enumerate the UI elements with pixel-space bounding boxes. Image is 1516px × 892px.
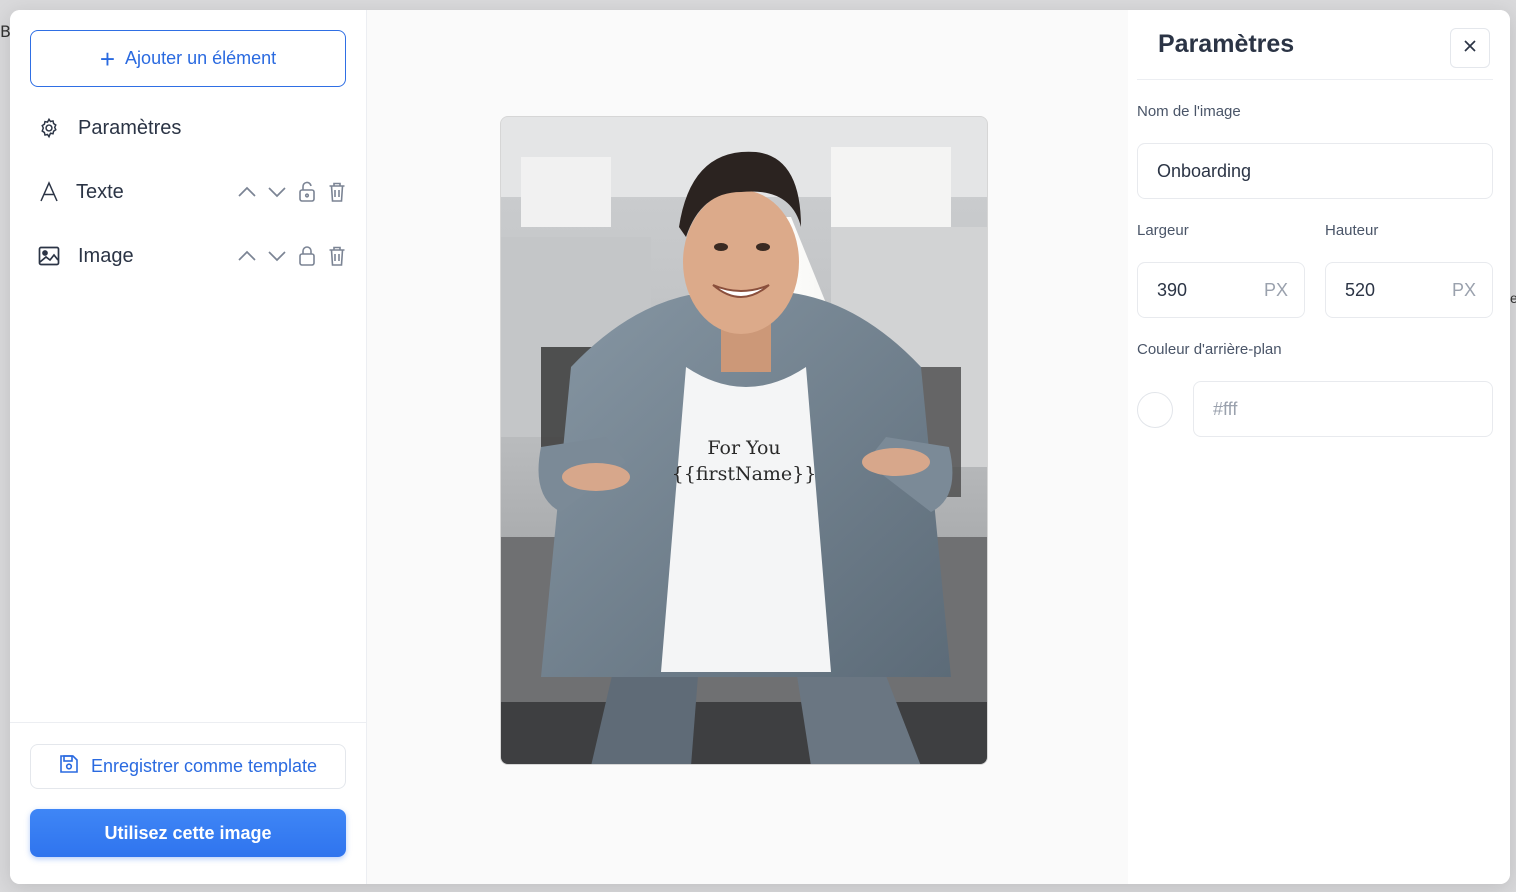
layer-actions	[236, 245, 348, 267]
save-as-template-label: Enregistrer comme template	[90, 756, 318, 776]
add-element-label: Ajouter un élément	[125, 48, 277, 68]
add-element-button[interactable]: + Ajouter un élément	[30, 30, 346, 87]
sidebar-item-parametres[interactable]: Paramètres	[38, 108, 348, 148]
background-page-text: B	[0, 22, 11, 41]
image-name-label: Nom de l'image	[1137, 103, 1241, 120]
sidebar-item-label: Texte	[76, 180, 124, 203]
layer-actions	[236, 181, 348, 203]
canvas-area: For You {{firstName}}	[367, 10, 1128, 884]
sidebar-item-texte[interactable]: Texte	[38, 172, 348, 212]
panel-title: Paramètres	[1158, 30, 1295, 58]
sidebar-item-image[interactable]: Image	[38, 236, 348, 276]
image-editor-modal: + Ajouter un élément Paramètres Texte Im…	[10, 10, 1510, 884]
trash-icon[interactable]	[326, 181, 348, 203]
sidebar-item-label: Image	[78, 244, 134, 267]
sidebar-footer: Enregistrer comme template Utilisez cett…	[10, 722, 366, 884]
background-page-text-right: e	[1510, 290, 1516, 306]
background-color-field[interactable]	[1193, 381, 1493, 437]
shirt-text-line2[interactable]: {{firstName}}	[501, 461, 987, 487]
close-button[interactable]	[1450, 28, 1490, 68]
text-icon	[38, 181, 60, 203]
color-swatch[interactable]	[1137, 392, 1173, 428]
chevron-up-icon[interactable]	[236, 181, 258, 203]
chevron-up-icon[interactable]	[236, 245, 258, 267]
image-icon	[38, 245, 60, 267]
lock-icon[interactable]	[296, 245, 318, 267]
plus-icon: +	[99, 43, 116, 74]
shirt-text-line1[interactable]: For You	[501, 435, 987, 461]
close-icon	[1464, 39, 1476, 57]
width-unit: PX	[1263, 280, 1288, 300]
save-as-template-button[interactable]: Enregistrer comme template	[30, 744, 346, 789]
chevron-down-icon[interactable]	[266, 245, 288, 267]
background-color-label: Couleur d'arrière-plan	[1137, 341, 1282, 358]
layers-sidebar: + Ajouter un élément Paramètres Texte Im…	[10, 10, 367, 884]
width-field[interactable]: PX	[1137, 262, 1305, 318]
height-label: Hauteur	[1325, 222, 1379, 239]
height-input[interactable]	[1345, 279, 1445, 301]
template-image[interactable]: For You {{firstName}}	[500, 116, 988, 765]
panel-header: Paramètres	[1137, 10, 1493, 80]
width-label: Largeur	[1137, 222, 1189, 239]
image-name-field[interactable]	[1137, 143, 1493, 199]
gear-icon	[38, 117, 60, 139]
use-image-button[interactable]: Utilisez cette image	[30, 809, 346, 857]
floppy-disk-icon	[59, 754, 79, 779]
trash-icon[interactable]	[326, 245, 348, 267]
unlock-icon[interactable]	[296, 181, 318, 203]
sidebar-item-label: Paramètres	[78, 116, 182, 139]
background-color-input[interactable]	[1213, 398, 1492, 420]
image-name-input[interactable]	[1157, 160, 1492, 182]
chevron-down-icon[interactable]	[266, 181, 288, 203]
settings-panel: Paramètres Nom de l'image Largeur Hauteu…	[1128, 10, 1510, 884]
height-field[interactable]: PX	[1325, 262, 1493, 318]
height-unit: PX	[1451, 280, 1476, 300]
width-input[interactable]	[1157, 279, 1257, 301]
